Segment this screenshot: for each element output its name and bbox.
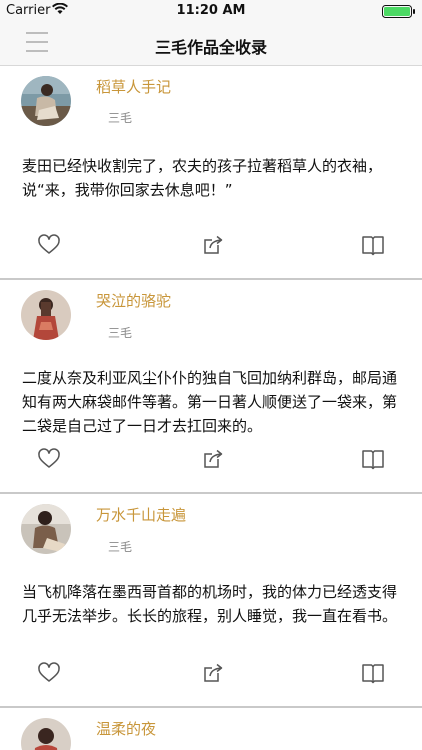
- post-actions: [0, 446, 422, 472]
- author-name: 三毛: [108, 111, 133, 125]
- post-feed[interactable]: 稻草人手记 三毛 麦田已经快收割完了，农夫的孩子拉著稻草人的衣袖，说“来，我带你…: [0, 66, 422, 750]
- post-title[interactable]: 万水千山走遍: [96, 504, 186, 525]
- author-avatar[interactable]: [21, 504, 71, 554]
- book-icon[interactable]: [360, 232, 386, 258]
- page-title: 三毛作品全收录: [154, 38, 267, 57]
- book-icon[interactable]: [360, 446, 386, 472]
- share-icon[interactable]: [200, 446, 226, 472]
- book-icon[interactable]: [360, 660, 386, 686]
- share-icon[interactable]: [200, 232, 226, 258]
- post-excerpt[interactable]: 当飞机降落在墨西哥首都的机场时，我的体力已经透支得几乎无法举步。长长的旅程，别人…: [22, 580, 406, 628]
- author-name: 三毛: [108, 540, 133, 554]
- battery-icon: [382, 5, 416, 18]
- author-name: 三毛: [108, 326, 133, 340]
- share-icon[interactable]: [200, 660, 226, 686]
- heart-icon[interactable]: [36, 446, 62, 472]
- post-title[interactable]: 哭泣的骆驼: [96, 290, 171, 311]
- status-bar: Carrier 11:20 AM: [0, 0, 422, 22]
- post-card[interactable]: 万水千山走遍 三毛 当飞机降落在墨西哥首都的机场时，我的体力已经透支得几乎无法举…: [0, 494, 422, 708]
- post-excerpt[interactable]: 麦田已经快收割完了，农夫的孩子拉著稻草人的衣袖，说“来，我带你回家去休息吧！”: [22, 154, 406, 202]
- post-actions: [0, 232, 422, 258]
- author-avatar[interactable]: [21, 290, 71, 340]
- post-title[interactable]: 稻草人手记: [96, 76, 171, 97]
- post-card[interactable]: 哭泣的骆驼 三毛 二度从奈及利亚风尘仆仆的独自飞回加纳利群岛，邮局通知有两大麻袋…: [0, 280, 422, 494]
- post-excerpt[interactable]: 二度从奈及利亚风尘仆仆的独自飞回加纳利群岛，邮局通知有两大麻袋邮件等著。第一日著…: [22, 366, 406, 438]
- navigation-bar: 三毛作品全收录: [0, 22, 422, 66]
- author-avatar[interactable]: [21, 718, 71, 750]
- heart-icon[interactable]: [36, 232, 62, 258]
- post-card[interactable]: 稻草人手记 三毛 麦田已经快收割完了，农夫的孩子拉著稻草人的衣袖，说“来，我带你…: [0, 66, 422, 280]
- post-actions: [0, 660, 422, 686]
- post-card[interactable]: 温柔的夜: [0, 708, 422, 750]
- author-avatar[interactable]: [21, 76, 71, 126]
- post-title[interactable]: 温柔的夜: [96, 718, 156, 739]
- heart-icon[interactable]: [36, 660, 62, 686]
- clock: 11:20 AM: [176, 3, 246, 18]
